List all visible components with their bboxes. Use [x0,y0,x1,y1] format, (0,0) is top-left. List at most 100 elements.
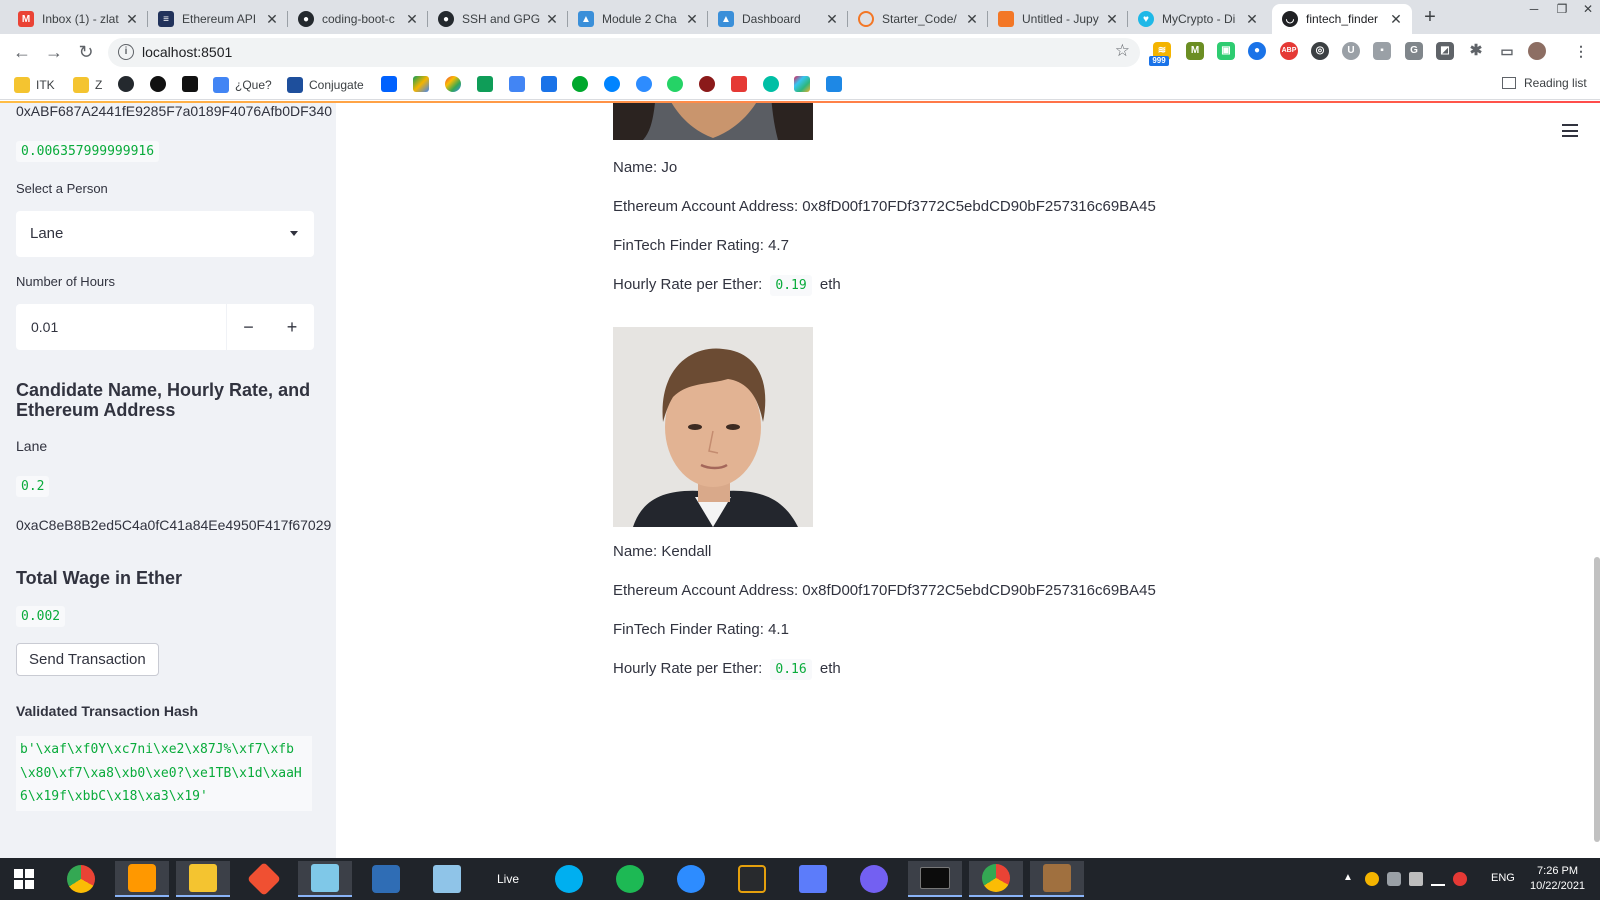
close-icon[interactable]: ✕ [824,11,840,28]
taskbar-virtualbox[interactable] [359,861,413,897]
close-window-icon[interactable]: ✕ [1574,0,1600,20]
tab-dashboard[interactable]: ▲ Dashboard ✕ [708,4,848,34]
close-icon[interactable]: ✕ [684,11,700,28]
new-tab-button[interactable]: + [1419,7,1441,29]
google-photos-icon[interactable] [445,76,461,92]
close-icon[interactable]: ✕ [964,11,980,28]
increment-button[interactable]: + [270,304,314,350]
chat-bookmark-icon[interactable] [636,76,652,92]
tab-github-ssh[interactable]: ● SSH and GPG ✕ [428,4,568,34]
tab-fintech-finder[interactable]: ◡ fintech_finder ✕ [1272,4,1412,34]
rb-bookmark-icon[interactable] [731,76,747,92]
extension-circle-icon[interactable]: ◎ [1311,42,1329,60]
cast-icon[interactable]: ▭ [1498,42,1516,60]
google-sheets-icon[interactable] [477,76,493,92]
restore-icon[interactable]: ❐ [1548,0,1576,20]
d-bookmark-icon[interactable] [182,76,198,92]
taskbar-live[interactable]: Live [481,861,535,897]
language-indicator[interactable]: ENG [1491,872,1515,884]
person-select[interactable]: Lane [16,211,314,257]
evernote-icon[interactable] [572,76,588,92]
taskbar-spotify[interactable] [603,861,657,897]
tray-app-icon[interactable] [1365,872,1379,886]
address-url[interactable]: localhost:8501 [142,44,232,60]
monkey-extension-icon[interactable]: M [1186,42,1204,60]
google-calendar-icon[interactable] [541,76,557,92]
taskbar-skype[interactable] [542,861,596,897]
taskbar-zoom[interactable] [664,861,718,897]
user-extension-icon[interactable]: U [1342,42,1360,60]
chat-extension-icon[interactable]: ▣ [1217,42,1235,60]
grammarly-icon[interactable]: G [1405,42,1423,60]
scrollbar-thumb[interactable] [1594,557,1600,842]
tray-battery-icon[interactable] [1409,872,1423,886]
tab-etherscan[interactable]: ≡ Ethereum API | ✕ [148,4,288,34]
calendar-grid-bookmark-icon[interactable] [826,76,842,92]
speech-bookmark-icon[interactable] [763,76,779,92]
bookmark-itk[interactable]: ITK [14,76,55,94]
taskbar-minecraft[interactable] [1030,861,1084,897]
tab-github-coding[interactable]: ● coding-boot-c ✕ [288,4,428,34]
send-transaction-button[interactable]: Send Transaction [16,643,159,676]
taskbar-viber[interactable] [847,861,901,897]
clock[interactable]: 7:26 PM 10/22/2021 [1530,864,1585,894]
mail-extension-icon[interactable]: ● [1248,42,1266,60]
google-drive-icon[interactable] [413,76,429,92]
taskbar-terminal[interactable] [908,861,962,897]
address-bar[interactable]: i localhost:8501 ☆ [108,38,1140,67]
menu-dots-icon[interactable]: ⋮ [1572,42,1590,60]
red-circle-bookmark-icon[interactable] [699,76,715,92]
taskbar-chrome-active[interactable] [969,861,1023,897]
bookmark-que[interactable]: ¿Que? [213,76,272,94]
hamburger-menu-icon[interactable] [1562,124,1578,137]
reading-list-button[interactable]: Reading list [1502,76,1587,90]
decrement-button[interactable]: − [226,304,270,350]
close-icon[interactable]: ✕ [264,11,280,28]
circle-bookmark-icon[interactable] [150,76,166,92]
taskbar-sublime[interactable] [115,861,169,897]
volume-muted-icon[interactable] [1453,872,1467,886]
wifi-icon[interactable] [1431,872,1445,886]
minimize-icon[interactable]: ─ [1520,0,1548,20]
hours-input-value[interactable]: 0.01 [31,319,58,335]
google-docs-icon[interactable] [509,76,525,92]
taskbar-remote[interactable] [786,861,840,897]
close-icon[interactable]: ✕ [1104,11,1120,28]
tray-chevron-icon[interactable]: ▲ [1343,872,1357,886]
tray-gpu-icon[interactable] [1387,872,1401,886]
whatsapp-icon[interactable] [667,76,683,92]
tab-module2[interactable]: ▲ Module 2 Cha ✕ [568,4,708,34]
window-extension-icon[interactable]: ◩ [1436,42,1454,60]
close-icon[interactable]: ✕ [1244,11,1260,28]
taskbar-snipping[interactable] [420,861,474,897]
profile-avatar[interactable] [1528,42,1546,60]
taskbar-notepad[interactable] [298,861,352,897]
tab-gmail[interactable]: M Inbox (1) - zlat ✕ [8,4,148,34]
bookmark-conjugate[interactable]: Conjugate [287,76,364,94]
bookmark-z[interactable]: Z [73,76,102,94]
taskbar-chrome[interactable] [54,861,108,897]
bookmark-star-icon[interactable]: ☆ [1115,41,1130,61]
reload-icon[interactable]: ↻ [74,41,98,65]
info-icon[interactable]: i [118,44,134,60]
taskbar-explorer[interactable] [176,861,230,897]
tab-mycrypto[interactable]: ♥ MyCrypto - Di ✕ [1128,4,1268,34]
adblock-icon[interactable]: ABP [1280,42,1298,60]
dropbox-icon[interactable] [381,76,397,92]
taskbar-plex[interactable] [725,861,779,897]
close-icon[interactable]: ✕ [404,11,420,28]
tab-starter-code[interactable]: Starter_Code/ ✕ [848,4,988,34]
scrollbar[interactable] [1592,103,1600,858]
close-icon[interactable]: ✕ [544,11,560,28]
github-icon[interactable] [118,76,134,92]
close-icon[interactable]: ✕ [1388,11,1404,28]
hours-input[interactable]: 0.01 − + [16,304,314,350]
chat-bubble-extension-icon[interactable]: ▪ [1373,42,1391,60]
close-icon[interactable]: ✕ [124,11,140,28]
taskbar-git[interactable] [237,861,291,897]
tab-untitled-jupyter[interactable]: Untitled - Jupy ✕ [988,4,1128,34]
start-button[interactable] [0,861,48,897]
slack-icon[interactable] [794,76,810,92]
back-icon[interactable]: ← [10,41,34,65]
puzzle-extensions-icon[interactable]: ✱ [1467,42,1485,60]
